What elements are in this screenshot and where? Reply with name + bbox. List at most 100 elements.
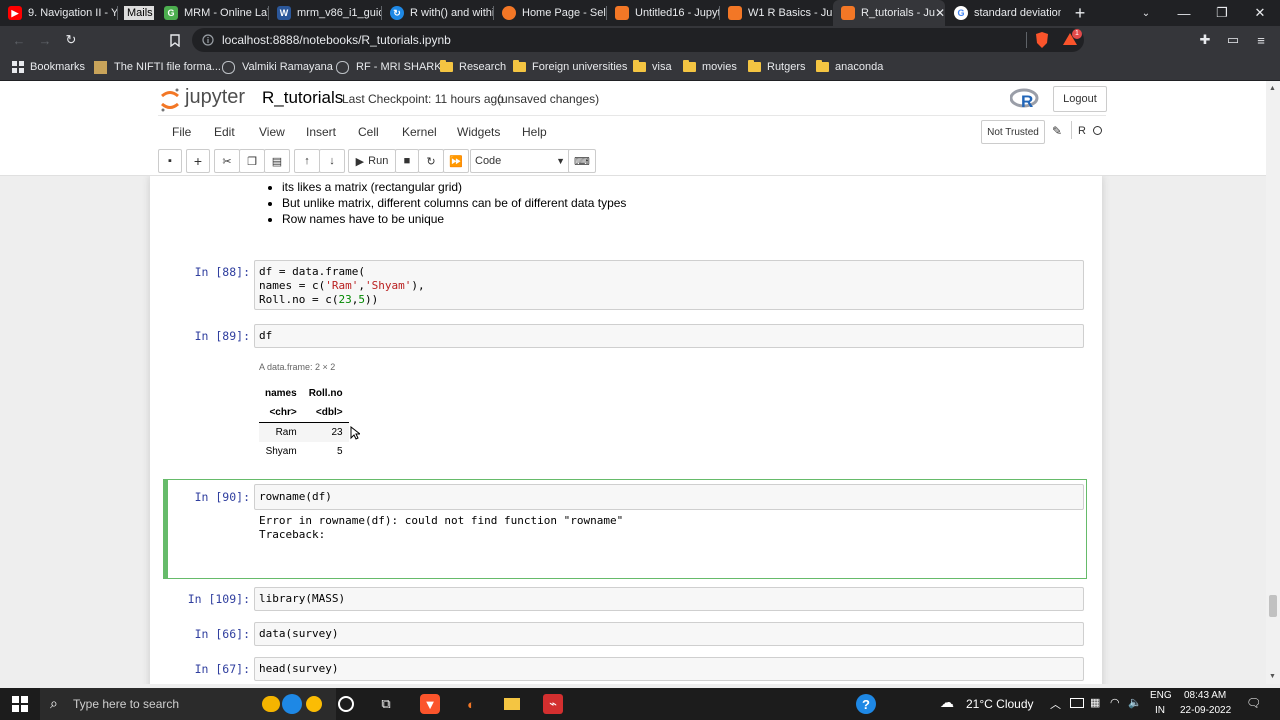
browser-tab[interactable]: ↻ R with() and within (382, 0, 494, 26)
interrupt-button[interactable]: ■ (395, 149, 419, 173)
cut-button[interactable]: ✂ (214, 149, 240, 173)
menu-help[interactable]: Help (522, 125, 547, 139)
markdown-cell[interactable]: its likes a matrix (rectangular grid) Bu… (262, 180, 626, 228)
reload-button[interactable]: ↻ (60, 30, 82, 50)
bookmark-item[interactable]: The NIFTI file forma... (94, 54, 221, 80)
taskbar-search-box[interactable]: ⌕ Type here to search (40, 688, 336, 720)
code-cell-input[interactable]: df = data.frame( names = c('Ram','Shyam'… (254, 260, 1084, 310)
new-tab-button[interactable]: + (1062, 0, 1098, 26)
restart-button[interactable]: ↻ (418, 149, 444, 173)
folder-icon (513, 60, 526, 72)
browser-tab[interactable]: W mrm_v86_i1_guid (269, 0, 382, 26)
close-tab-icon[interactable]: ✕ (935, 6, 945, 20)
bookmark-item[interactable]: Valmiki Ramayana (222, 54, 333, 80)
minimize-button[interactable]: — (1166, 0, 1202, 26)
trust-indicator[interactable]: Not Trusted (981, 120, 1045, 144)
back-button[interactable]: ← (8, 30, 30, 50)
wifi-icon[interactable]: ◠ (1110, 696, 1120, 709)
browser-menu-icon[interactable]: ≡ (1250, 30, 1272, 50)
browser-tab[interactable]: Mails (118, 0, 154, 26)
network-icon[interactable]: ▦ (1090, 696, 1100, 709)
browser-tab[interactable]: G standard deviation (946, 0, 1061, 26)
browser-tab-active[interactable]: R_tutorials - Ju ✕ (833, 0, 945, 26)
scrollbar-thumb[interactable] (1269, 595, 1277, 617)
search-highlight-icon (282, 694, 302, 714)
file-explorer-icon[interactable] (502, 694, 522, 714)
browser-tab-strip: ▶ 9. Navigation II - Y Mails G MRM - Onl… (0, 0, 1280, 26)
menu-edit[interactable]: Edit (214, 125, 235, 139)
menu-file[interactable]: File (172, 125, 191, 139)
forward-button[interactable]: → (34, 30, 56, 50)
bookmarks-grid-icon (12, 61, 24, 73)
task-view-icon[interactable]: ⧉ (376, 694, 396, 714)
anaconda-icon[interactable]: ◐ (461, 694, 481, 714)
code-cell-input[interactable]: head(survey) (254, 657, 1084, 681)
move-down-button[interactable]: ↓ (319, 149, 345, 173)
command-palette-button[interactable]: ⌨ (568, 149, 596, 173)
run-button[interactable]: ▶ Run (348, 149, 396, 173)
bookmark-item[interactable]: Foreign universities (513, 54, 627, 80)
jupyter-logo-icon[interactable] (160, 87, 180, 112)
browser-tab[interactable]: ▶ 9. Navigation II - Y (0, 0, 118, 26)
menu-view[interactable]: View (259, 125, 285, 139)
cortana-icon[interactable] (336, 694, 356, 714)
word-icon: W (277, 6, 291, 20)
bookmark-item[interactable]: Research (440, 54, 506, 80)
volume-icon[interactable]: 🔈 (1128, 696, 1142, 709)
code-cell-input[interactable]: data(survey) (254, 622, 1084, 646)
save-button[interactable]: ▪ (158, 149, 182, 173)
brave-shields-icon[interactable] (1034, 31, 1050, 49)
bookmark-item[interactable]: Bookmarks (12, 54, 85, 80)
code-cell-input[interactable]: rowname(df) (254, 484, 1084, 510)
folder-icon (816, 60, 829, 72)
help-icon[interactable]: ? (856, 694, 876, 714)
menu-cell[interactable]: Cell (358, 125, 379, 139)
bookmark-item[interactable]: Rutgers (748, 54, 806, 80)
restart-run-all-button[interactable]: ⏩ (443, 149, 469, 173)
chevron-up-icon[interactable]: ︿ (1050, 696, 1061, 712)
code-cell-input[interactable]: df (254, 324, 1084, 348)
page-scrollbar[interactable]: ▲ ▼ (1266, 81, 1280, 684)
browser-tab[interactable]: Home Page - Sele (494, 0, 607, 26)
cell-type-select[interactable]: Code ▼ (470, 149, 570, 173)
bookmark-item[interactable]: movies (683, 54, 737, 80)
menu-insert[interactable]: Insert (306, 125, 336, 139)
browser-tab[interactable]: Untitled16 - Jupyte (607, 0, 720, 26)
bookmark-page-icon[interactable] (164, 30, 186, 50)
extensions-puzzle-icon[interactable]: ✚ (1194, 30, 1216, 50)
acrobat-icon[interactable]: ⌁ (543, 694, 563, 714)
insert-cell-button[interactable]: + (186, 149, 210, 173)
cell-prompt: In [66]: (194, 627, 250, 641)
close-window-button[interactable]: ✕ (1242, 0, 1278, 26)
bookmark-item[interactable]: RF - MRI SHARK (336, 54, 442, 80)
maximize-button[interactable]: ❐ (1204, 0, 1240, 26)
clock-date[interactable]: 22-09-2022 (1180, 705, 1231, 716)
menu-kernel[interactable]: Kernel (402, 125, 437, 139)
menu-widgets[interactable]: Widgets (457, 125, 500, 139)
browser-tab[interactable]: G MRM - Online LaTe (156, 0, 269, 26)
scroll-up-arrow-icon[interactable]: ▲ (1269, 85, 1276, 92)
notebook-name[interactable]: R_tutorials (262, 88, 343, 108)
site-info-icon[interactable] (202, 33, 214, 51)
weather-text[interactable]: 21°C Cloudy (966, 697, 1034, 711)
bookmark-label: movies (702, 61, 737, 73)
address-bar[interactable]: localhost:8888/notebooks/R_tutorials.ipy… (192, 28, 1084, 52)
bookmark-item[interactable]: visa (633, 54, 672, 80)
paste-button[interactable]: ▤ (264, 149, 290, 173)
copy-button[interactable]: ❐ (239, 149, 265, 173)
tab-search-icon[interactable]: ⌄ (1128, 0, 1164, 26)
scroll-down-arrow-icon[interactable]: ▼ (1269, 673, 1276, 680)
logout-button[interactable]: Logout (1053, 86, 1107, 112)
code-cell-input[interactable]: library(MASS) (254, 587, 1084, 611)
move-up-button[interactable]: ↑ (294, 149, 320, 173)
battery-icon[interactable] (1070, 698, 1084, 708)
notification-icon[interactable]: 🗨 (1246, 696, 1261, 710)
browser-tab[interactable]: W1 R Basics - Jupy (720, 0, 833, 26)
windows-start-icon[interactable] (10, 694, 30, 714)
brave-rewards-icon[interactable]: 1 (1062, 29, 1082, 49)
bookmark-item[interactable]: anaconda (816, 54, 883, 80)
brave-browser-icon[interactable]: ▼ (420, 694, 440, 714)
clock-time[interactable]: 08:43 AM (1184, 690, 1226, 701)
sidebar-icon[interactable]: ▭ (1222, 30, 1244, 50)
language-indicator[interactable]: ENG (1150, 690, 1172, 701)
